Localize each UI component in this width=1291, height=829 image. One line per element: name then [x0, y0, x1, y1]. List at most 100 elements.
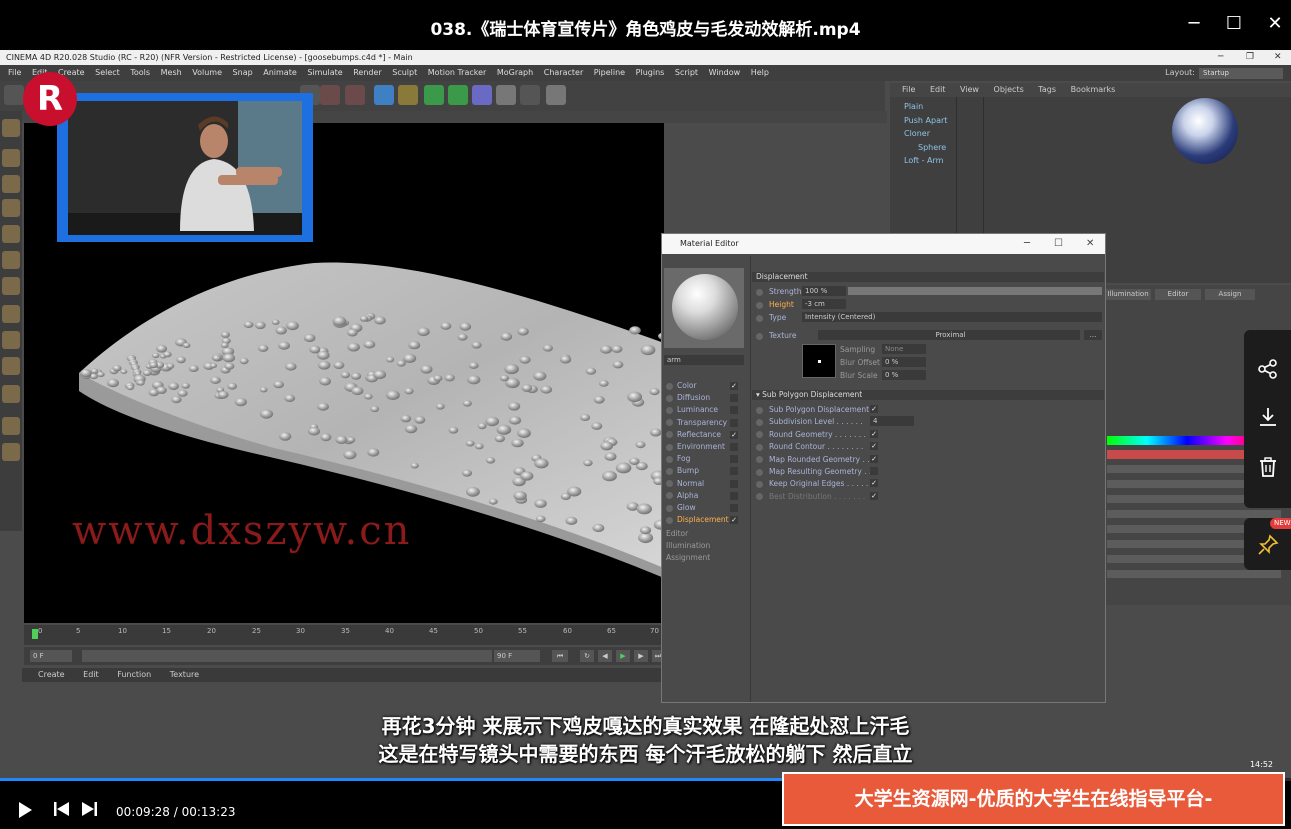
- timeline-tick: 65: [607, 627, 616, 635]
- channel-checkbox: ✓: [730, 430, 738, 439]
- goosebump: [504, 363, 519, 375]
- video-frame[interactable]: CINEMA 4D R20.028 Studio (RC - R20) (NFR…: [0, 50, 1291, 780]
- play-icon[interactable]: [18, 802, 32, 821]
- undo-icon: [4, 85, 24, 105]
- goosebump: [136, 380, 145, 386]
- goosebump: [370, 405, 380, 413]
- goosebump: [210, 363, 217, 369]
- timeline-tick: 10: [118, 627, 127, 635]
- minimize-icon[interactable]: ─: [1182, 12, 1206, 36]
- timeline-tick: 70: [650, 627, 659, 635]
- material-name: arm: [664, 355, 744, 365]
- next-icon[interactable]: [81, 802, 97, 819]
- delete-icon[interactable]: [1257, 456, 1279, 478]
- goosebump: [448, 426, 459, 434]
- me-maximize-icon: ☐: [1054, 238, 1063, 249]
- new-badge: NEW: [1270, 518, 1291, 529]
- goosebump: [386, 356, 395, 363]
- floor-icon: [496, 85, 516, 105]
- goosebump: [534, 499, 547, 508]
- preview-sphere: [672, 274, 738, 340]
- menu-item: Mesh: [160, 68, 182, 77]
- taskbar-time: 14:52: [1249, 760, 1273, 769]
- close-icon[interactable]: ✕: [1263, 12, 1287, 36]
- goosebump: [188, 365, 199, 372]
- goosebump: [636, 503, 652, 515]
- channel-diffusion: Diffusion: [666, 392, 738, 404]
- menu-item: Select: [95, 68, 120, 77]
- share-icon[interactable]: [1257, 358, 1279, 380]
- prev-key-icon: ◀: [598, 650, 612, 662]
- goosebump: [340, 371, 351, 379]
- goosebump: [364, 393, 373, 400]
- goosebump: [612, 360, 624, 369]
- menu-item: Plugins: [635, 68, 665, 77]
- subpoly-row-label: Map Rounded Geometry . .: [756, 454, 870, 465]
- subpoly-checkbox: ✓: [870, 491, 878, 500]
- channel-checkbox: [730, 443, 738, 451]
- goosebump: [649, 388, 660, 396]
- goosebump: [521, 384, 533, 392]
- timeline-tick: 30: [296, 627, 305, 635]
- c4d-menubar: File Edit Create Select Tools Mesh Volum…: [0, 65, 1291, 81]
- goosebump: [239, 357, 249, 365]
- goosebump: [540, 385, 553, 394]
- channel-alpha: Alpha: [666, 490, 738, 502]
- timeline-tick: 40: [385, 627, 394, 635]
- tool-icon: [2, 385, 20, 403]
- goosebump: [465, 440, 475, 447]
- goosebump: [278, 341, 290, 350]
- goosebump: [591, 422, 603, 430]
- goosebump: [488, 498, 498, 505]
- menu-item: Motion Tracker: [427, 68, 487, 77]
- c4d-close-icon: ✕: [1274, 52, 1282, 62]
- subpoly-row-label: Round Geometry . . . . . . .: [756, 429, 866, 440]
- material-preview: [664, 268, 744, 348]
- goosebump: [611, 345, 623, 353]
- channel-checkbox: [730, 455, 738, 464]
- menu-item: Pipeline: [593, 68, 626, 77]
- menu-item: Texture: [169, 670, 200, 679]
- previous-icon[interactable]: [54, 802, 70, 819]
- render-view-icon: [320, 85, 340, 105]
- maximize-icon[interactable]: ☐: [1222, 12, 1246, 36]
- tool-icon: [2, 357, 20, 375]
- section-sub-polygon: ▾ Sub Polygon Displacement: [752, 390, 1104, 400]
- goosebump: [600, 345, 613, 354]
- goosebump: [474, 443, 484, 450]
- channel-assignment: Assignment: [666, 553, 711, 562]
- object-manager-menu: File Edit View Objects Tags Bookmarks: [890, 83, 1291, 97]
- goosebump: [408, 341, 421, 350]
- download-icon[interactable]: [1257, 406, 1279, 428]
- render-picture-icon: [345, 85, 365, 105]
- goosebump: [163, 351, 172, 358]
- goosebump: [459, 322, 472, 331]
- goosebump: [627, 391, 643, 403]
- cinema4d-logo: [1172, 98, 1238, 164]
- subpoly-checkbox: [870, 467, 878, 475]
- timeline[interactable]: 0 5 10 15 20 25 30 35 40 45 50 55 60 65 …: [24, 625, 664, 645]
- goosebump: [533, 371, 547, 381]
- menu-item: Script: [674, 68, 699, 77]
- goosebump: [166, 363, 175, 369]
- subpoly-checkbox: ✓: [870, 479, 878, 488]
- goosebump: [650, 428, 662, 437]
- goosebump: [400, 414, 412, 423]
- goosebump: [640, 344, 656, 356]
- timeline-tick: 25: [252, 627, 261, 635]
- subdivision-level-field: 4: [870, 416, 914, 427]
- tab-editor: Editor: [1155, 289, 1201, 300]
- goosebump: [347, 328, 358, 337]
- goosebump: [585, 367, 597, 375]
- goosebump: [177, 389, 188, 397]
- channel-luminance: Luminance: [666, 404, 738, 416]
- tool-icon: [2, 305, 20, 323]
- menu-item: View: [959, 85, 979, 94]
- layout-select: Startup: [1199, 68, 1283, 79]
- pin-icon[interactable]: [1257, 534, 1279, 556]
- menu-item: MoGraph: [496, 68, 534, 77]
- goosebump: [212, 354, 222, 362]
- menu-item: Tools: [130, 68, 151, 77]
- timeline-tick: 15: [162, 627, 171, 635]
- me-minimize-icon: ─: [1024, 238, 1031, 249]
